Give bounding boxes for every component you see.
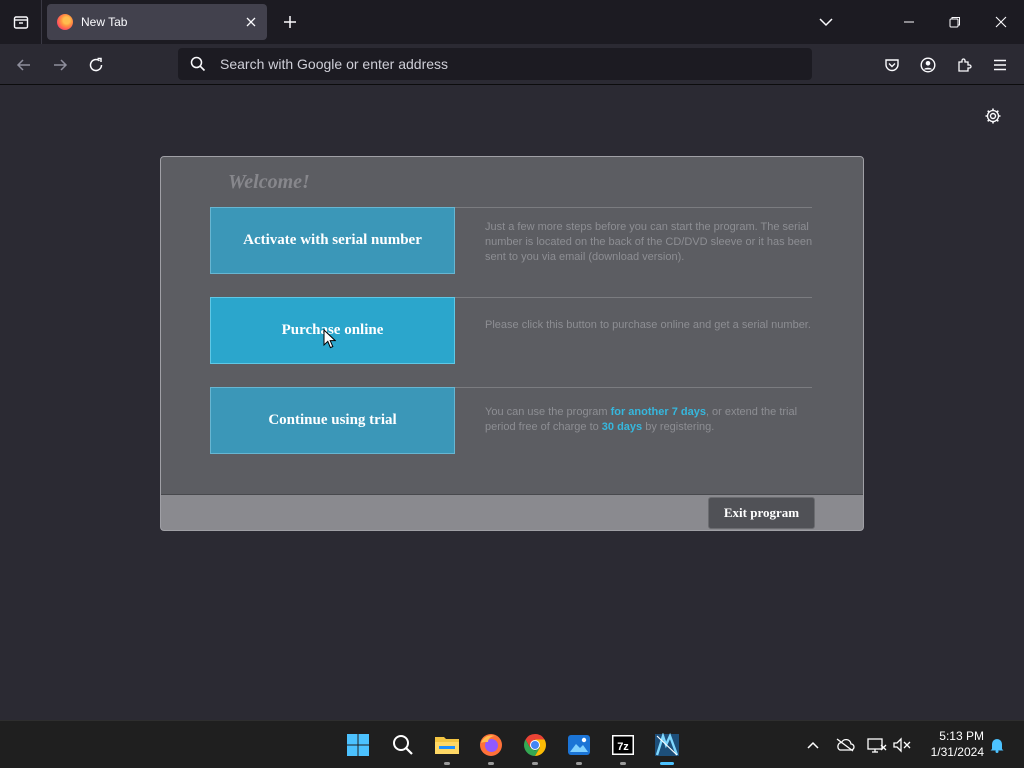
firefox-favicon-icon — [57, 14, 73, 30]
activate-description: Just a few more steps before you can sta… — [485, 221, 813, 263]
active-app-button[interactable] — [651, 729, 683, 765]
start-icon — [347, 734, 369, 756]
tab-new-tab[interactable]: New Tab — [47, 4, 267, 40]
notifications-button[interactable] — [986, 735, 1008, 755]
list-all-tabs-button[interactable] — [811, 8, 841, 36]
extensions-button[interactable] — [949, 50, 979, 80]
puzzle-icon — [958, 58, 972, 72]
plus-icon — [284, 16, 296, 28]
photos-icon — [568, 735, 590, 755]
address-bar[interactable] — [178, 48, 812, 80]
file-explorer-icon — [435, 737, 459, 754]
volume-muted-icon — [893, 737, 911, 753]
new-tab-button[interactable] — [278, 10, 302, 34]
reload-icon — [89, 57, 103, 72]
close-icon — [995, 16, 1007, 28]
divider — [455, 387, 812, 388]
forward-arrow-icon — [54, 59, 68, 71]
firefox-icon — [480, 734, 502, 756]
running-indicator — [488, 762, 494, 765]
dialog-content: Welcome! Activate with serial number Jus… — [161, 157, 863, 495]
taskbar-search-button[interactable] — [387, 729, 419, 761]
search-icon — [190, 56, 206, 72]
minimize-button[interactable] — [894, 8, 924, 36]
start-button[interactable] — [342, 729, 374, 761]
network-disconnected-icon — [867, 738, 887, 753]
photos-button[interactable] — [563, 729, 595, 765]
running-indicator — [620, 762, 626, 765]
back-button[interactable] — [9, 50, 39, 80]
restore-button[interactable] — [940, 8, 970, 36]
mouse-cursor-icon — [323, 329, 336, 349]
welcome-dialog: Welcome! Activate with serial number Jus… — [160, 156, 864, 531]
running-indicator — [576, 762, 582, 765]
chevron-up-icon — [807, 741, 819, 749]
onedrive-tray-button[interactable] — [834, 735, 856, 755]
file-explorer-button[interactable] — [431, 729, 463, 765]
tab-close-icon[interactable] — [241, 12, 261, 32]
volume-tray-button[interactable] — [891, 735, 913, 755]
active-indicator — [660, 762, 674, 765]
tab-list-icon — [13, 16, 28, 29]
continue-trial-button[interactable]: Continue using trial — [210, 387, 455, 454]
firefox-button[interactable] — [475, 729, 507, 765]
cloud-off-icon — [836, 738, 855, 752]
running-indicator — [532, 762, 538, 765]
activate-serial-button[interactable]: Activate with serial number — [210, 207, 455, 274]
running-indicator — [444, 762, 450, 765]
7zip-icon: 7z — [612, 735, 634, 755]
7zip-button[interactable]: 7z — [607, 729, 639, 765]
network-tray-button[interactable] — [866, 735, 888, 755]
taskbar: 7z 5:13 PM 1/31/2024 — [0, 720, 1024, 768]
close-window-button[interactable] — [986, 8, 1016, 36]
pocket-icon — [885, 59, 899, 72]
restore-icon — [949, 17, 960, 28]
clock-date: 1/31/2024 — [930, 745, 984, 759]
address-input[interactable] — [220, 56, 780, 72]
navigation-toolbar — [0, 44, 1024, 85]
welcome-heading: Welcome! — [228, 171, 310, 193]
minimize-icon — [904, 21, 914, 23]
reload-button[interactable] — [81, 50, 111, 80]
chevron-down-icon — [819, 17, 833, 26]
tab-list-button[interactable] — [0, 0, 42, 44]
purchase-description: Please click this button to purchase onl… — [485, 319, 811, 331]
exit-program-button[interactable]: Exit program — [708, 497, 815, 529]
customize-page-button[interactable] — [982, 105, 1004, 127]
forward-button[interactable] — [45, 50, 75, 80]
chrome-button[interactable] — [519, 729, 551, 765]
app-menu-button[interactable] — [985, 50, 1015, 80]
taskbar-clock[interactable]: 5:13 PM 1/31/2024 — [918, 728, 984, 760]
account-icon — [920, 57, 936, 73]
7zip-label: 7z — [617, 741, 629, 753]
bell-icon — [990, 739, 1004, 753]
show-hidden-icons-button[interactable] — [802, 735, 824, 755]
app-icon — [655, 733, 679, 756]
account-button[interactable] — [913, 50, 943, 80]
pocket-button[interactable] — [877, 50, 907, 80]
divider — [455, 207, 812, 208]
trial-days-remaining: for another 7 days — [610, 406, 706, 418]
clock-time: 5:13 PM — [939, 729, 984, 743]
tab-title: New Tab — [81, 15, 128, 29]
divider — [455, 297, 812, 298]
back-arrow-icon — [16, 59, 30, 71]
chrome-icon — [524, 734, 546, 756]
gear-icon — [985, 108, 1001, 124]
search-icon — [393, 735, 413, 755]
hamburger-menu-icon — [994, 59, 1006, 71]
trial-extension-days: 30 days — [601, 421, 643, 433]
tab-bar: New Tab — [0, 0, 1024, 44]
trial-description: You can use the program for another 7 da… — [485, 406, 798, 433]
